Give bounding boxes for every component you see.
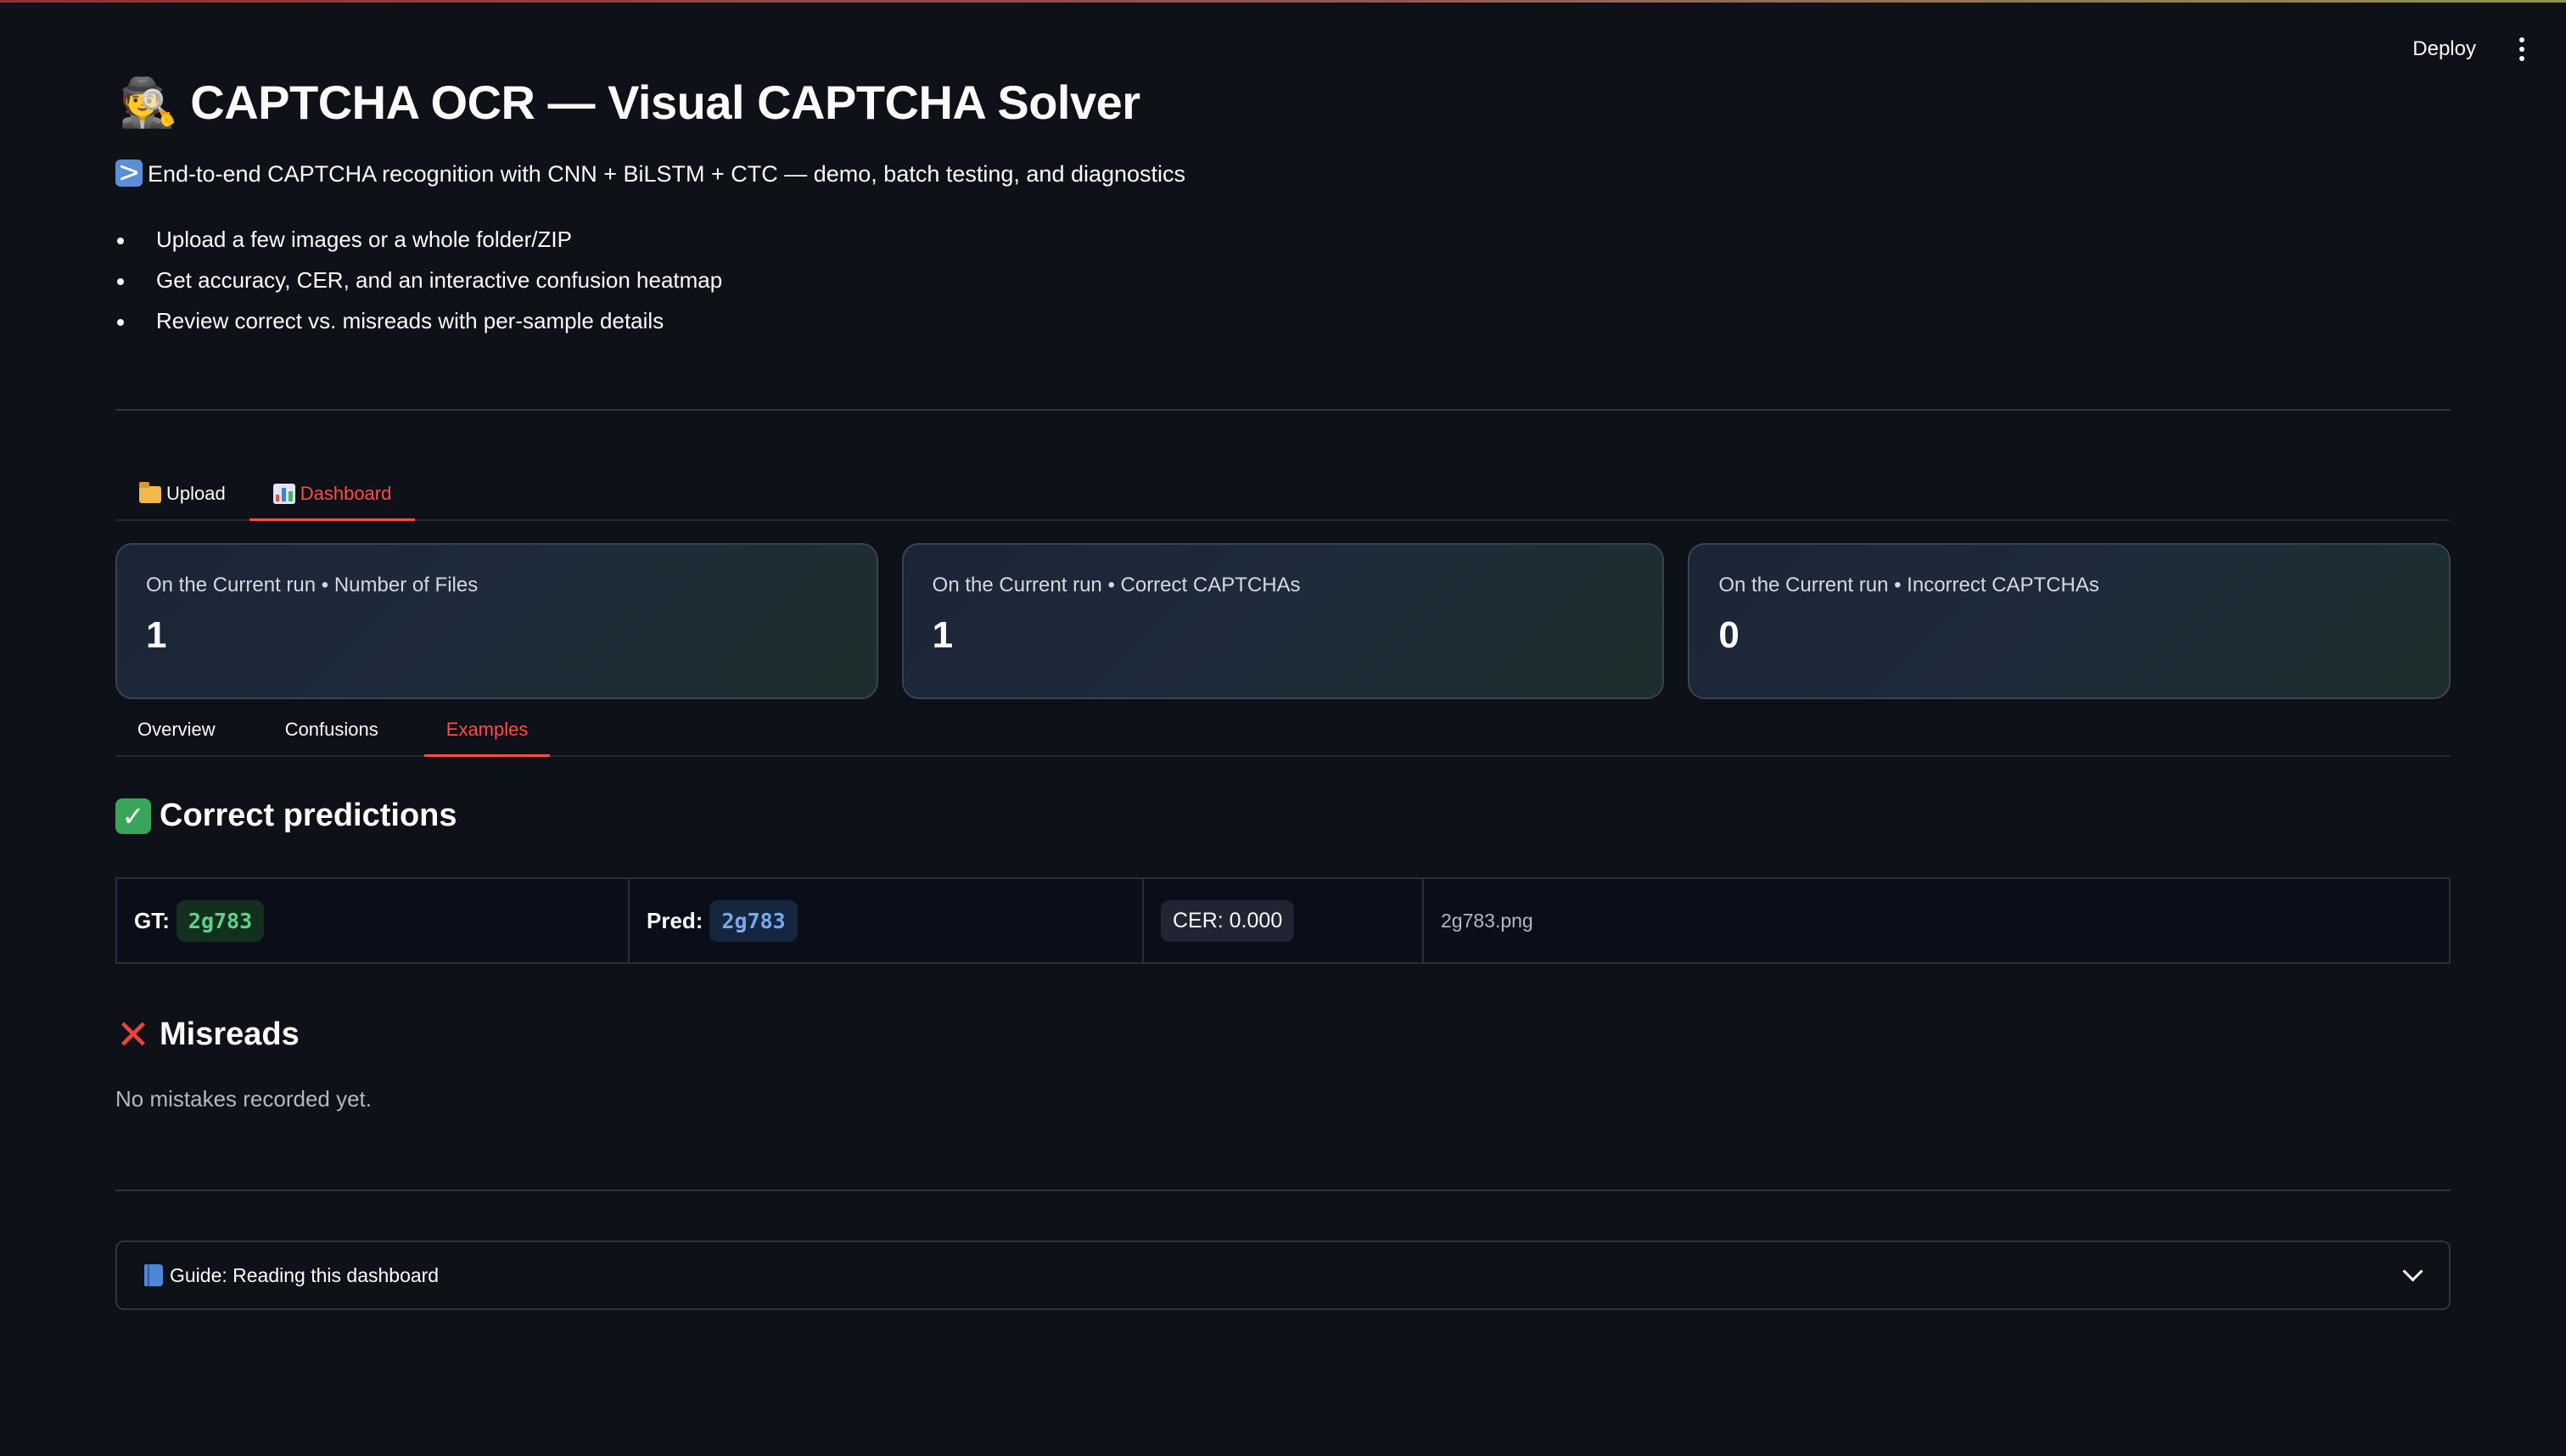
misreads-title: Misreads (160, 1016, 300, 1052)
dashboard-sub-tabs: Overview Confusions Examples (115, 704, 2451, 757)
metric-cards: On the Current run • Number of Files 1 O… (115, 543, 2451, 699)
gt-label: GT: (134, 907, 170, 933)
deploy-button[interactable]: Deploy (2409, 32, 2479, 66)
header-actions: Deploy (2409, 32, 2532, 66)
cer-chip: CER: 0.000 (1161, 899, 1295, 942)
file-name: 2g783.png (1441, 909, 1533, 932)
feature-list: Upload a few images or a whole folder/ZI… (115, 222, 722, 344)
feature-list-item: Review correct vs. misreads with per-sam… (115, 304, 722, 344)
gt-value-chip: 2g783 (176, 899, 265, 942)
tab-upload[interactable]: Upload (115, 468, 249, 519)
page-subtitle: End-to-end CAPTCHA recognition with CNN … (115, 160, 1185, 188)
correct-predictions-heading: ✓ Correct predictions (115, 798, 457, 834)
guide-label: Guide: Reading this dashboard (170, 1263, 440, 1286)
section-divider (115, 1190, 2451, 1191)
metric-label: On the Current run • Number of Files (146, 574, 479, 596)
tab-upload-label: Upload (166, 483, 226, 504)
tab-dashboard[interactable]: Dashboard (249, 468, 416, 521)
book-icon (144, 1264, 163, 1286)
subtitle-text: End-to-end CAPTCHA recognition with CNN … (148, 161, 1186, 187)
metric-value: 0 (1718, 614, 1740, 656)
misreads-empty-text: No mistakes recorded yet. (115, 1086, 373, 1112)
pred-cell: Pred: 2g783 (630, 879, 1144, 962)
pred-value-chip: 2g783 (709, 899, 798, 942)
prediction-row: GT: 2g783 Pred: 2g783 CER: 0.000 2g783.p… (115, 877, 2451, 964)
main-tabs: Upload Dashboard (115, 468, 2451, 521)
top-decoration-line (0, 0, 2566, 3)
bar-chart-icon (272, 484, 295, 504)
tab-dashboard-label: Dashboard (300, 483, 392, 504)
page-title: 🕵️ CAPTCHA OCR — Visual CAPTCHA Solver (119, 76, 1140, 129)
feature-list-item: Upload a few images or a whole folder/ZI… (115, 222, 722, 263)
feature-list-item: Get accuracy, CER, and an interactive co… (115, 263, 722, 304)
tab-examples[interactable]: Examples (423, 704, 551, 757)
metric-card-files: On the Current run • Number of Files 1 (115, 543, 878, 699)
guide-expander[interactable]: Guide: Reading this dashboard (115, 1240, 2451, 1310)
folder-icon (139, 482, 161, 503)
cer-cell: CER: 0.000 (1144, 879, 1424, 962)
filename-cell: 2g783.png (1424, 879, 2449, 962)
chevron-down-icon[interactable] (2402, 1261, 2423, 1282)
section-divider (115, 409, 2451, 411)
metric-card-correct: On the Current run • Correct CAPTCHAs 1 (901, 543, 1665, 699)
metric-label: On the Current run • Incorrect CAPTCHAs (1718, 574, 2099, 596)
tab-confusions[interactable]: Confusions (238, 704, 424, 755)
check-mark-icon: ✓ (115, 798, 151, 834)
gt-cell: GT: 2g783 (117, 879, 630, 962)
shuffle-icon (115, 160, 143, 187)
metric-label: On the Current run • Correct CAPTCHAs (932, 574, 1301, 596)
cross-mark-icon: ✕ (115, 1012, 151, 1058)
more-menu-icon[interactable] (2512, 32, 2532, 66)
misreads-heading: ✕ Misreads (115, 1012, 300, 1058)
metric-card-incorrect: On the Current run • Incorrect CAPTCHAs … (1688, 543, 2451, 699)
metric-value: 1 (932, 614, 954, 656)
metric-value: 1 (146, 614, 167, 656)
tab-overview[interactable]: Overview (115, 704, 238, 755)
correct-predictions-title: Correct predictions (160, 798, 457, 833)
pred-label: Pred: (647, 907, 703, 933)
